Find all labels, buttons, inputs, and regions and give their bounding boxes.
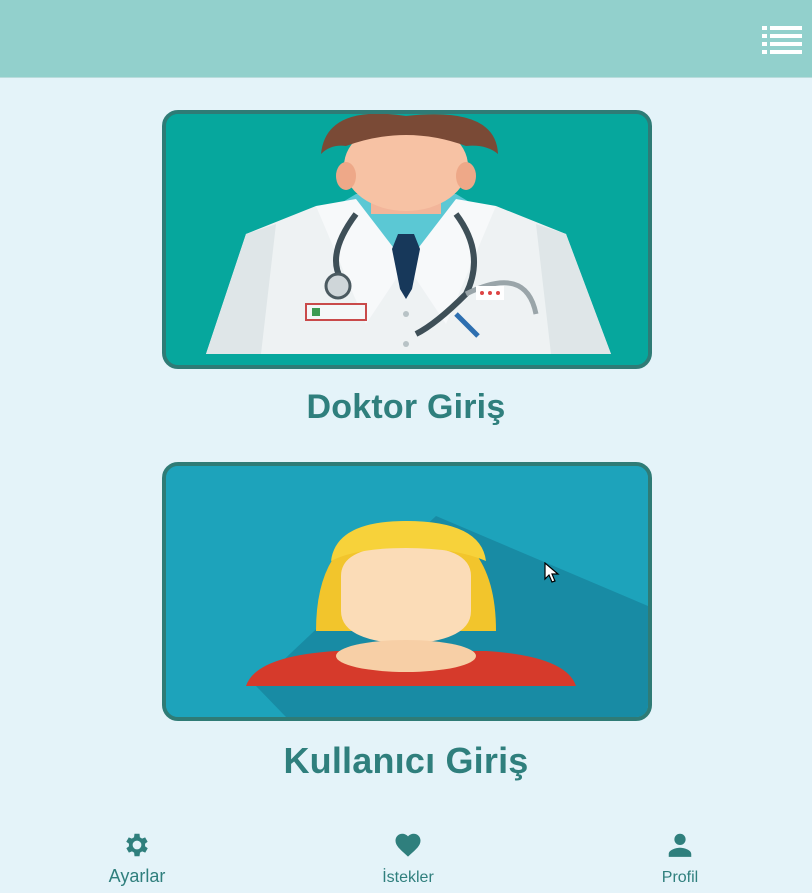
nav-item-requests[interactable]: İstekler (338, 816, 478, 893)
nav-label-requests: İstekler (382, 869, 434, 886)
doctor-illustration (166, 114, 648, 365)
menu-button[interactable] (762, 24, 802, 54)
user-login-title[interactable]: Kullanıcı Giriş (0, 740, 812, 782)
nav-label-profile: Profil (661, 869, 699, 886)
mouse-cursor-icon (544, 562, 560, 583)
nav-label-settings: Ayarlar (108, 866, 166, 886)
app-bar (0, 0, 812, 78)
bottom-navigation: Ayarlar İstekler Profil (0, 816, 812, 893)
nav-item-profile[interactable]: Profil (610, 816, 750, 893)
list-icon (762, 26, 802, 54)
nav-item-settings[interactable]: Ayarlar (67, 816, 207, 893)
person-icon (668, 833, 692, 857)
user-illustration (166, 466, 648, 717)
gear-icon (126, 833, 148, 857)
heart-icon (395, 833, 421, 857)
doctor-login-card[interactable] (162, 110, 652, 369)
user-login-card[interactable] (162, 462, 652, 721)
doctor-login-title[interactable]: Doktor Giriş (0, 388, 812, 427)
